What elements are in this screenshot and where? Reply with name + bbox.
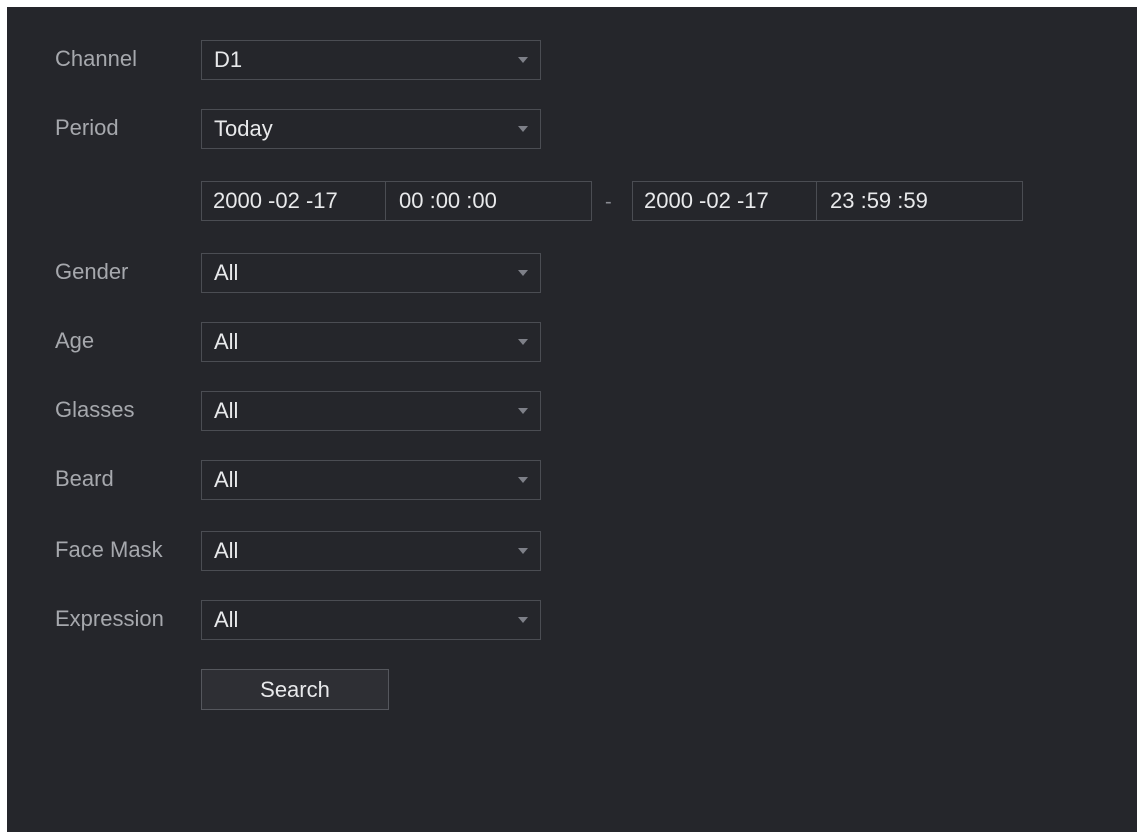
expression-select[interactable]: All <box>201 600 541 640</box>
glasses-value: All <box>214 398 239 423</box>
caret-down-icon <box>518 548 528 554</box>
face-mask-select[interactable]: All <box>201 531 541 571</box>
gender-select[interactable]: All <box>201 253 541 293</box>
end-time-input[interactable]: 23 :59 :59 <box>830 182 928 220</box>
face-mask-value: All <box>214 538 239 563</box>
channel-label: Channel <box>55 46 137 71</box>
channel-value: D1 <box>214 47 243 72</box>
end-date-input[interactable]: 2000 -02 -17 <box>644 182 769 220</box>
caret-down-icon <box>518 408 528 414</box>
search-button[interactable]: Search <box>201 669 389 710</box>
caret-down-icon <box>518 270 528 276</box>
face-mask-label: Face Mask <box>55 537 163 562</box>
period-label: Period <box>55 115 119 140</box>
caret-down-icon <box>518 477 528 483</box>
caret-down-icon <box>518 617 528 623</box>
age-value: All <box>214 329 239 354</box>
end-datetime-field[interactable]: 2000 -02 -17 23 :59 :59 <box>632 181 1023 221</box>
caret-down-icon <box>518 57 528 63</box>
beard-label: Beard <box>55 466 114 491</box>
channel-select[interactable]: D1 <box>201 40 541 80</box>
beard-value: All <box>214 467 239 492</box>
start-time-input[interactable]: 00 :00 :00 <box>399 182 497 220</box>
beard-select[interactable]: All <box>201 460 541 500</box>
start-datetime-field[interactable]: 2000 -02 -17 00 :00 :00 <box>201 181 592 221</box>
gender-value: All <box>214 260 239 285</box>
expression-value: All <box>214 607 239 632</box>
glasses-label: Glasses <box>55 397 135 422</box>
datetime-divider <box>385 182 386 220</box>
range-separator: - <box>605 191 612 213</box>
period-value: Today <box>214 116 273 141</box>
age-label: Age <box>55 328 95 353</box>
age-select[interactable]: All <box>201 322 541 362</box>
search-panel: Channel D1 Period Today 2000 -02 -17 00 … <box>7 7 1137 832</box>
caret-down-icon <box>518 339 528 345</box>
gender-label: Gender <box>55 259 129 284</box>
expression-label: Expression <box>55 606 164 631</box>
caret-down-icon <box>518 126 528 132</box>
datetime-divider <box>816 182 817 220</box>
period-select[interactable]: Today <box>201 109 541 149</box>
glasses-select[interactable]: All <box>201 391 541 431</box>
start-date-input[interactable]: 2000 -02 -17 <box>213 182 338 220</box>
